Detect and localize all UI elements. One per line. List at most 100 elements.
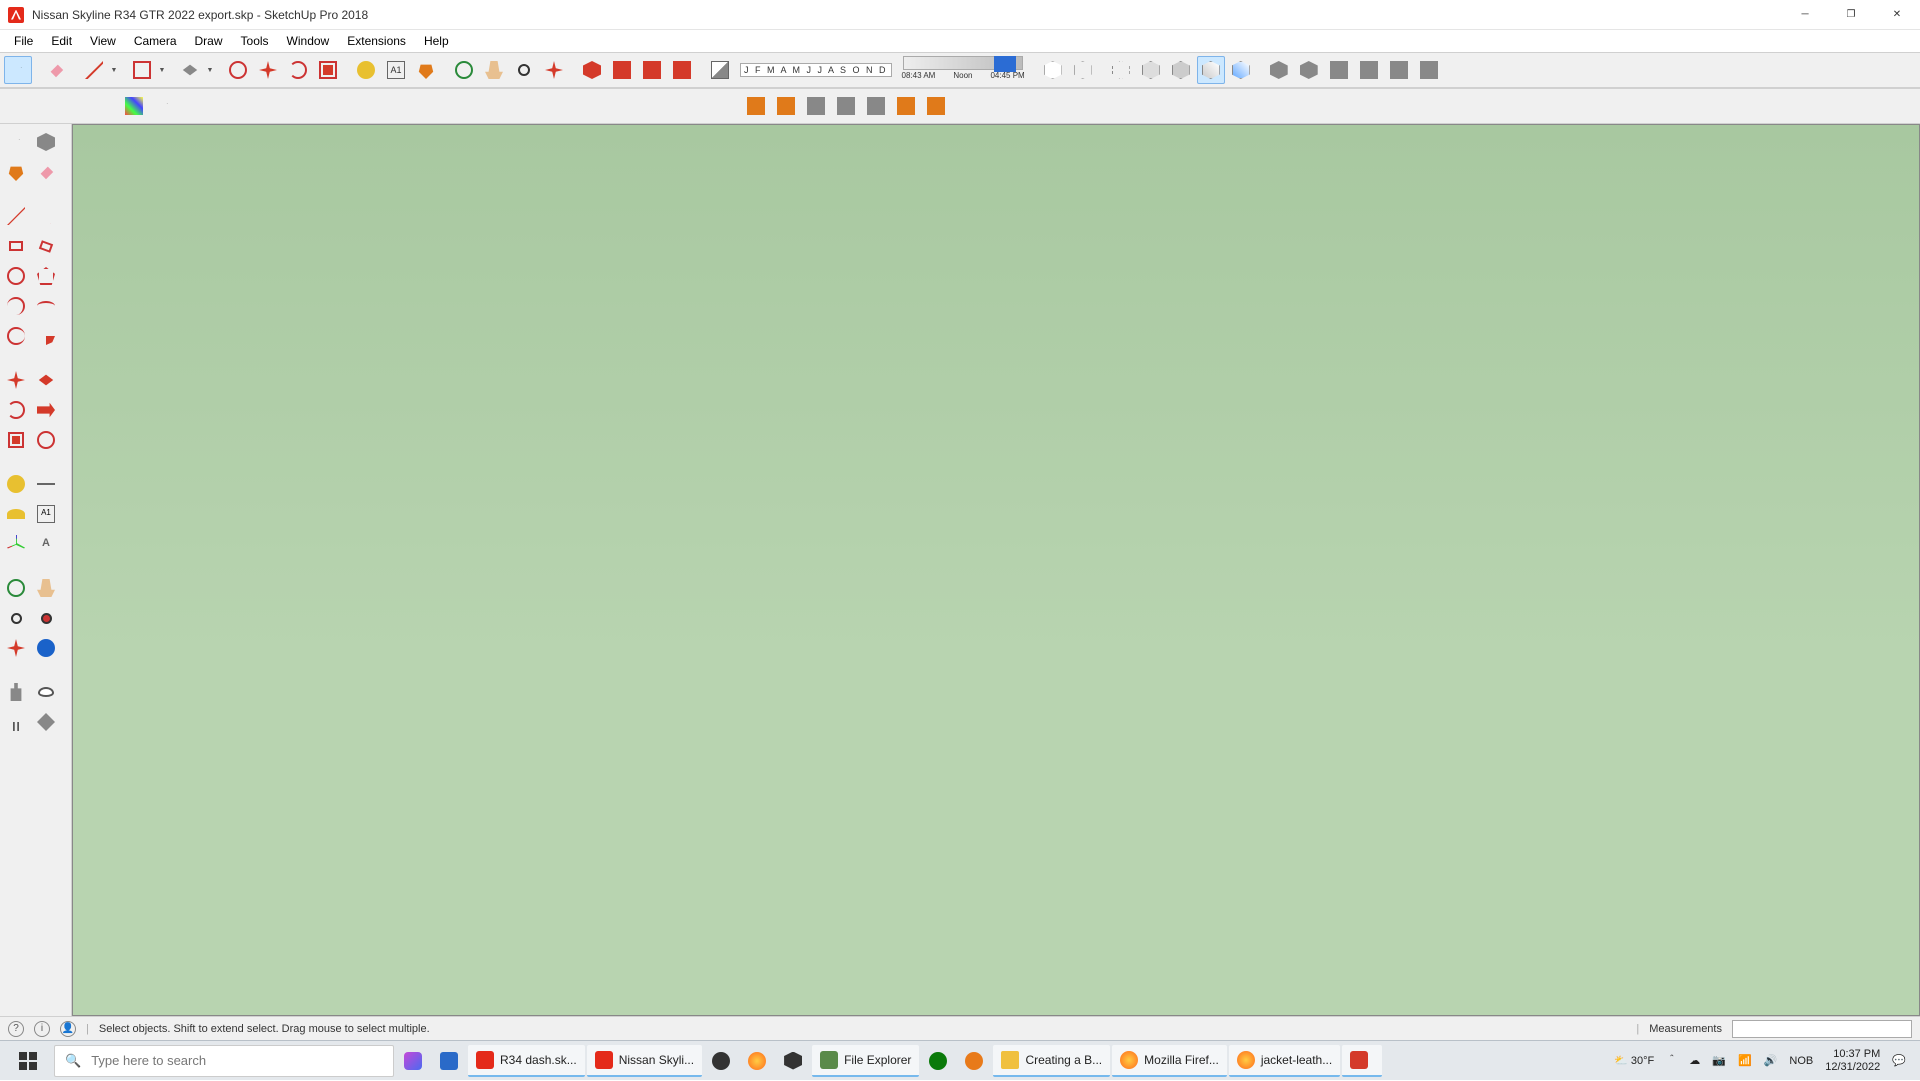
move-tool[interactable] bbox=[254, 56, 282, 84]
help-icon[interactable]: ? bbox=[8, 1021, 24, 1037]
lt-pie[interactable] bbox=[32, 322, 60, 350]
task-xbox[interactable] bbox=[921, 1045, 955, 1077]
orbit-tool[interactable] bbox=[450, 56, 478, 84]
paint-tool[interactable] bbox=[412, 56, 440, 84]
lt-arc[interactable] bbox=[2, 292, 30, 320]
shadow-toggle[interactable] bbox=[706, 56, 734, 84]
info-icon[interactable]: i bbox=[34, 1021, 50, 1037]
task-nissanskyline[interactable]: Nissan Skyli... bbox=[587, 1045, 702, 1077]
lt-offset[interactable] bbox=[32, 426, 60, 454]
scale-tool[interactable] bbox=[314, 56, 342, 84]
select-cursor-button[interactable] bbox=[150, 92, 178, 120]
rect-dropdown[interactable]: ▼ bbox=[158, 67, 166, 74]
menu-draw[interactable]: Draw bbox=[187, 32, 231, 50]
measurements-input[interactable] bbox=[1732, 1020, 1912, 1038]
task-screenshot[interactable]: File Explorer bbox=[812, 1045, 919, 1077]
maximize-button[interactable]: ❐ bbox=[1828, 0, 1874, 30]
lt-3dtext[interactable]: A bbox=[32, 530, 60, 558]
lt-2parc[interactable] bbox=[32, 292, 60, 320]
lt-walk[interactable] bbox=[2, 708, 30, 736]
style-shaded-tex[interactable] bbox=[1167, 56, 1195, 84]
menu-tools[interactable]: Tools bbox=[233, 32, 277, 50]
tray-wifi-icon[interactable]: 📶 bbox=[1738, 1054, 1752, 1067]
lt-paint[interactable] bbox=[2, 158, 30, 186]
lt-text[interactable]: A1 bbox=[32, 500, 60, 528]
section-5[interactable] bbox=[1415, 56, 1443, 84]
lt-zoomwindow[interactable] bbox=[32, 604, 60, 632]
task-explorer[interactable]: Creating a B... bbox=[993, 1045, 1110, 1077]
offset-tool[interactable] bbox=[224, 56, 252, 84]
user-icon[interactable]: 👤 bbox=[60, 1021, 76, 1037]
lt-protractor[interactable] bbox=[2, 500, 30, 528]
lt-rect[interactable] bbox=[2, 232, 30, 260]
lt-polygon[interactable] bbox=[32, 262, 60, 290]
lt-rotate[interactable] bbox=[2, 396, 30, 424]
style-mono[interactable] bbox=[1197, 56, 1225, 84]
lt-zoom[interactable] bbox=[2, 604, 30, 632]
lt-3parc[interactable] bbox=[2, 322, 30, 350]
menu-extensions[interactable]: Extensions bbox=[339, 32, 414, 50]
lt-component[interactable] bbox=[32, 128, 60, 156]
task-hex[interactable] bbox=[776, 1045, 810, 1077]
menu-window[interactable]: Window bbox=[279, 32, 338, 50]
lt-tape[interactable] bbox=[2, 470, 30, 498]
sandbox-6[interactable] bbox=[892, 92, 920, 120]
lt-select[interactable] bbox=[2, 128, 30, 156]
tray-notifications-icon[interactable]: 💬 bbox=[1892, 1054, 1906, 1067]
lt-followme[interactable] bbox=[32, 396, 60, 424]
section-display[interactable] bbox=[1295, 56, 1323, 84]
menu-camera[interactable]: Camera bbox=[126, 32, 185, 50]
lt-axes[interactable] bbox=[2, 530, 30, 558]
lt-dimension[interactable] bbox=[32, 470, 60, 498]
store-button[interactable] bbox=[432, 1045, 466, 1077]
right-view[interactable] bbox=[668, 56, 696, 84]
task-r34dash[interactable]: R34 dash.sk... bbox=[468, 1045, 585, 1077]
menu-view[interactable]: View bbox=[82, 32, 124, 50]
minimize-button[interactable]: ─ bbox=[1782, 0, 1828, 30]
tape-tool[interactable] bbox=[352, 56, 380, 84]
sandbox-2[interactable] bbox=[772, 92, 800, 120]
top-view[interactable] bbox=[608, 56, 636, 84]
tray-onedrive-icon[interactable]: ☁ bbox=[1689, 1054, 1700, 1067]
taskview-button[interactable] bbox=[396, 1045, 430, 1077]
pushpull-tool[interactable] bbox=[176, 56, 204, 84]
lt-pushpull[interactable] bbox=[32, 366, 60, 394]
lt-scale[interactable] bbox=[2, 426, 30, 454]
task-mozilla[interactable]: jacket-leath... bbox=[1229, 1045, 1340, 1077]
viewport-3d[interactable] bbox=[72, 124, 1920, 1016]
lt-zoomextents[interactable] bbox=[2, 634, 30, 662]
weather-widget[interactable]: ⛅ 30°F bbox=[1614, 1054, 1654, 1067]
style-shaded[interactable] bbox=[1137, 56, 1165, 84]
lt-position-camera[interactable] bbox=[2, 678, 30, 706]
sandbox-1[interactable] bbox=[742, 92, 770, 120]
task-obs[interactable] bbox=[704, 1045, 738, 1077]
text-tool[interactable]: A1 bbox=[382, 56, 410, 84]
tray-meetnow-icon[interactable]: 📷 bbox=[1712, 1054, 1726, 1067]
menu-help[interactable]: Help bbox=[416, 32, 457, 50]
task-jacket[interactable] bbox=[1342, 1045, 1382, 1077]
eraser-tool[interactable] bbox=[42, 56, 70, 84]
lt-line[interactable] bbox=[2, 202, 30, 230]
zoom-tool[interactable] bbox=[510, 56, 538, 84]
section-4[interactable] bbox=[1385, 56, 1413, 84]
lt-eraser[interactable] bbox=[32, 158, 60, 186]
line-tool[interactable] bbox=[80, 56, 108, 84]
sandbox-5[interactable] bbox=[862, 92, 890, 120]
task-creating[interactable]: Mozilla Firef... bbox=[1112, 1045, 1227, 1077]
style-wire[interactable] bbox=[1069, 56, 1097, 84]
style-color[interactable] bbox=[1227, 56, 1255, 84]
style-xray[interactable] bbox=[1039, 56, 1067, 84]
lt-section[interactable] bbox=[32, 708, 60, 736]
select-tool[interactable] bbox=[4, 56, 32, 84]
close-button[interactable]: ✕ bbox=[1874, 0, 1920, 30]
section-fill[interactable] bbox=[1355, 56, 1383, 84]
section-plane[interactable] bbox=[1265, 56, 1293, 84]
lt-circle[interactable] bbox=[2, 262, 30, 290]
lt-previous[interactable] bbox=[32, 634, 60, 662]
section-cut[interactable] bbox=[1325, 56, 1353, 84]
menu-file[interactable]: File bbox=[6, 32, 41, 50]
menu-edit[interactable]: Edit bbox=[43, 32, 80, 50]
style-hidden[interactable] bbox=[1107, 56, 1135, 84]
lt-orbit[interactable] bbox=[2, 574, 30, 602]
pan-tool[interactable] bbox=[480, 56, 508, 84]
